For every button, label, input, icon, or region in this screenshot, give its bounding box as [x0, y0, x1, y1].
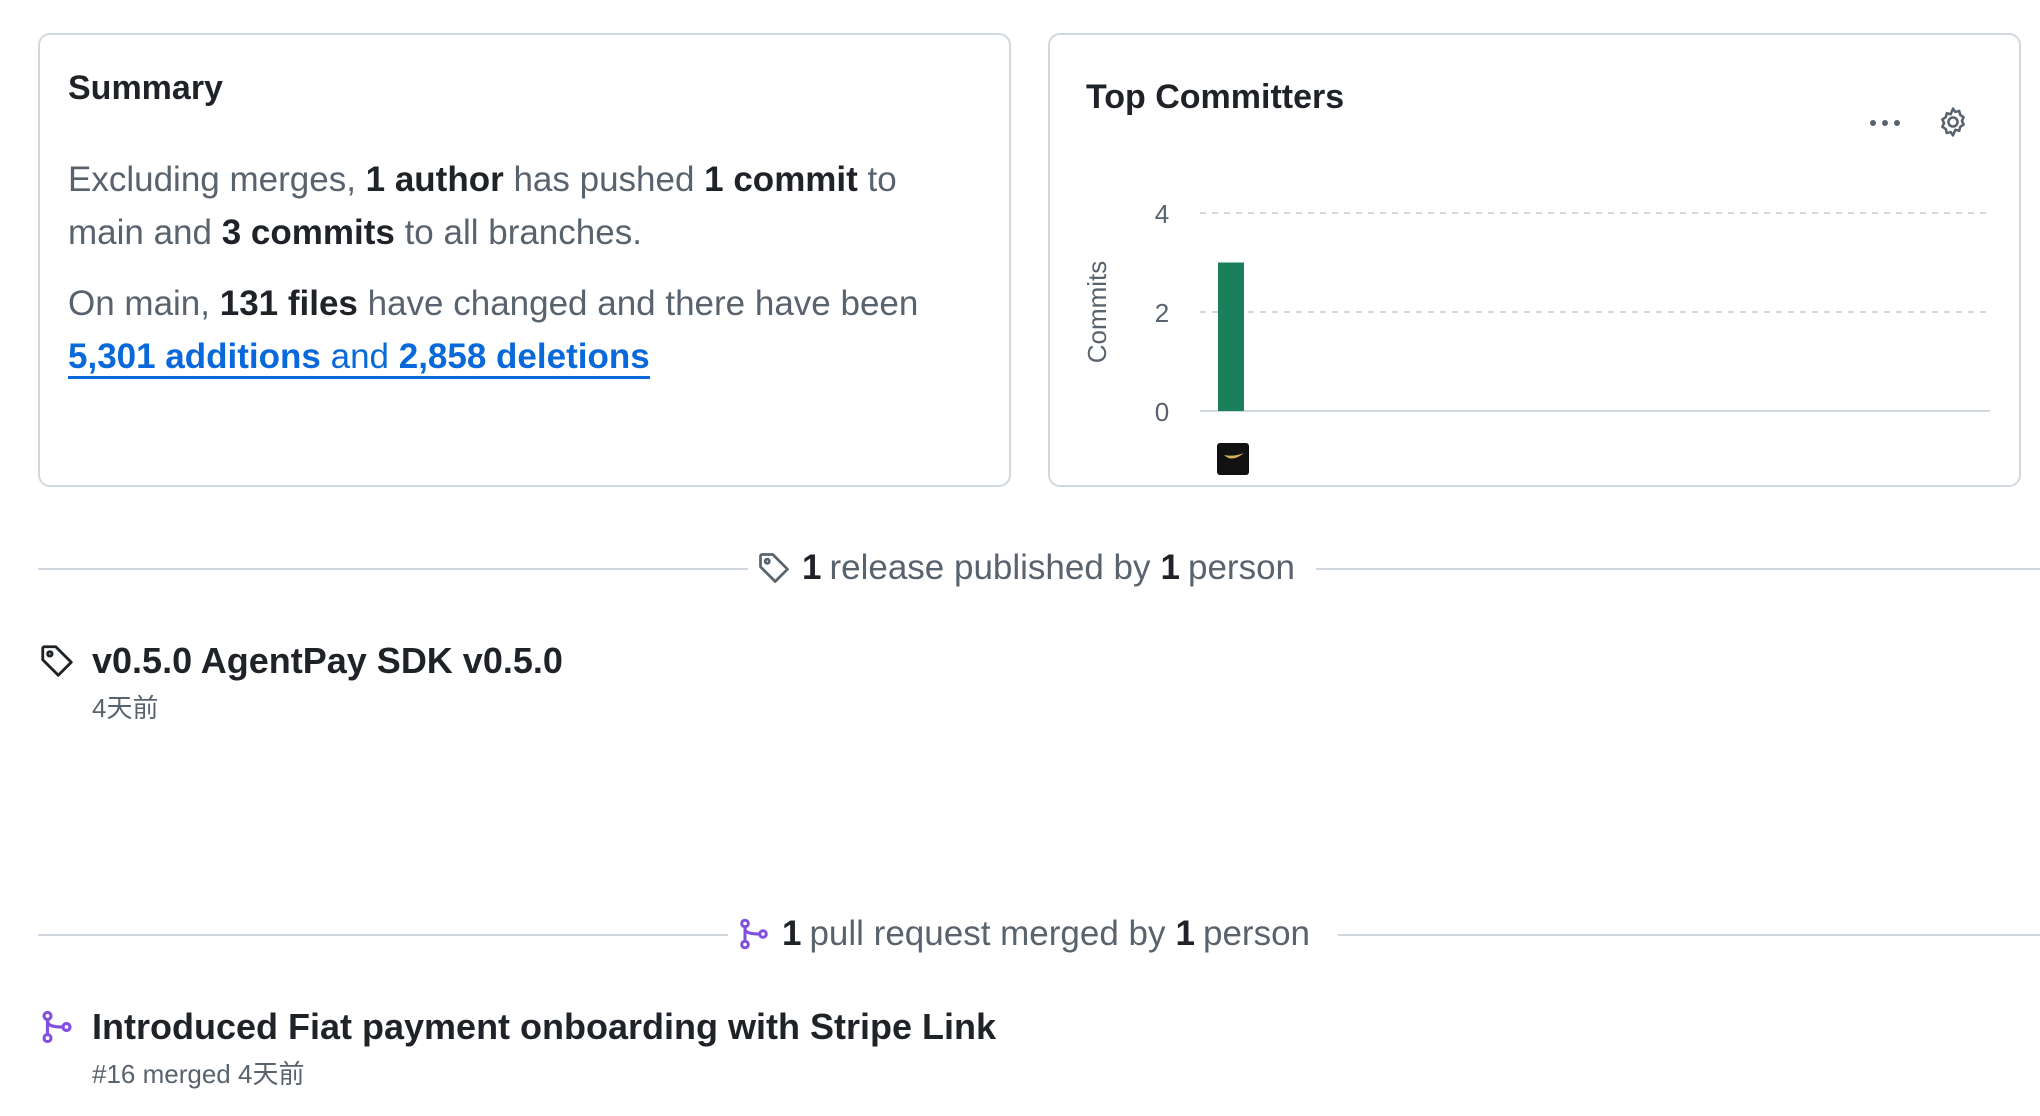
summary-text-part: On main,: [68, 284, 220, 323]
pr-count: 1: [782, 914, 802, 953]
pr-divider-text: pull request merged by: [809, 914, 1166, 953]
y-tick-label: 4: [1155, 199, 1169, 229]
release-divider-text: release published by: [829, 548, 1151, 587]
pull-request-title-link[interactable]: Introduced Fiat payment onboarding with …: [92, 1006, 996, 1048]
git-merge-icon: [38, 1008, 76, 1051]
pull-request-meta: #16 merged 4天前: [92, 1059, 305, 1089]
chart-settings-button[interactable]: [1930, 99, 1976, 145]
release-count: 1: [802, 548, 822, 587]
gear-icon: [1941, 107, 1965, 137]
divider-line-right: [1338, 934, 2040, 936]
release-time: 4天前: [92, 693, 159, 723]
summary-text-part: to all branches.: [394, 213, 642, 252]
top-committers-title: Top Committers: [1086, 78, 1345, 116]
pull-requests-summary: 1 pull request merged by 1 person: [736, 904, 1311, 964]
tag-icon: [38, 642, 76, 685]
summary-text-part: have changed and there have been: [357, 284, 919, 323]
divider-line-right: [1316, 568, 2040, 570]
additions-count: 5,301 additions: [68, 337, 321, 376]
bar: [1218, 262, 1244, 411]
releases-divider: 1 release published by 1 person: [38, 538, 2040, 598]
kebab-horizontal-icon: [1870, 120, 1900, 126]
release-people-count: 1: [1160, 548, 1180, 587]
git-merge-icon: [736, 916, 772, 952]
deletions-count: 2,858 deletions: [398, 337, 650, 376]
summary-card: Summary Excluding merges, 1 author has p…: [38, 33, 1011, 487]
pr-people-count: 1: [1175, 914, 1195, 953]
summary-files-text: On main, 131 files have changed and ther…: [68, 277, 968, 383]
pull-requests-divider: 1 pull request merged by 1 person: [38, 904, 2040, 964]
releases-summary: 1 release published by 1 person: [756, 538, 1296, 598]
summary-title: Summary: [68, 69, 223, 107]
release-title-link[interactable]: v0.5.0 AgentPay SDK v0.5.0: [92, 640, 563, 682]
divider-line-left: [38, 568, 748, 570]
link-and-text: and: [320, 337, 399, 376]
more-options-button[interactable]: [1862, 105, 1908, 141]
summary-text-part: Excluding merges,: [68, 160, 366, 199]
summary-text-part: has pushed: [503, 160, 705, 199]
y-tick-label: 0: [1155, 397, 1169, 427]
divider-line-left: [38, 934, 728, 936]
summary-commits-text: Excluding merges, 1 author has pushed 1 …: [68, 153, 968, 259]
additions-deletions-link[interactable]: 5,301 additions and 2,858 deletions: [68, 337, 650, 379]
y-axis-label: Commits: [1082, 261, 1112, 364]
release-divider-suffix: person: [1188, 548, 1296, 587]
tag-icon: [756, 550, 792, 586]
top-committers-chart: Commits 0 2 4: [1082, 199, 1990, 475]
summary-main-commits-count: 1 commit: [704, 160, 858, 199]
summary-authors-count: 1 author: [365, 160, 504, 199]
y-tick-label: 2: [1155, 298, 1169, 328]
summary-files-count: 131 files: [219, 284, 358, 323]
top-committers-card: Top Committers Commits 0 2 4: [1048, 33, 2021, 487]
committer-avatar: [1217, 443, 1249, 475]
pr-divider-suffix: person: [1202, 914, 1311, 953]
summary-all-commits-count: 3 commits: [221, 213, 395, 252]
